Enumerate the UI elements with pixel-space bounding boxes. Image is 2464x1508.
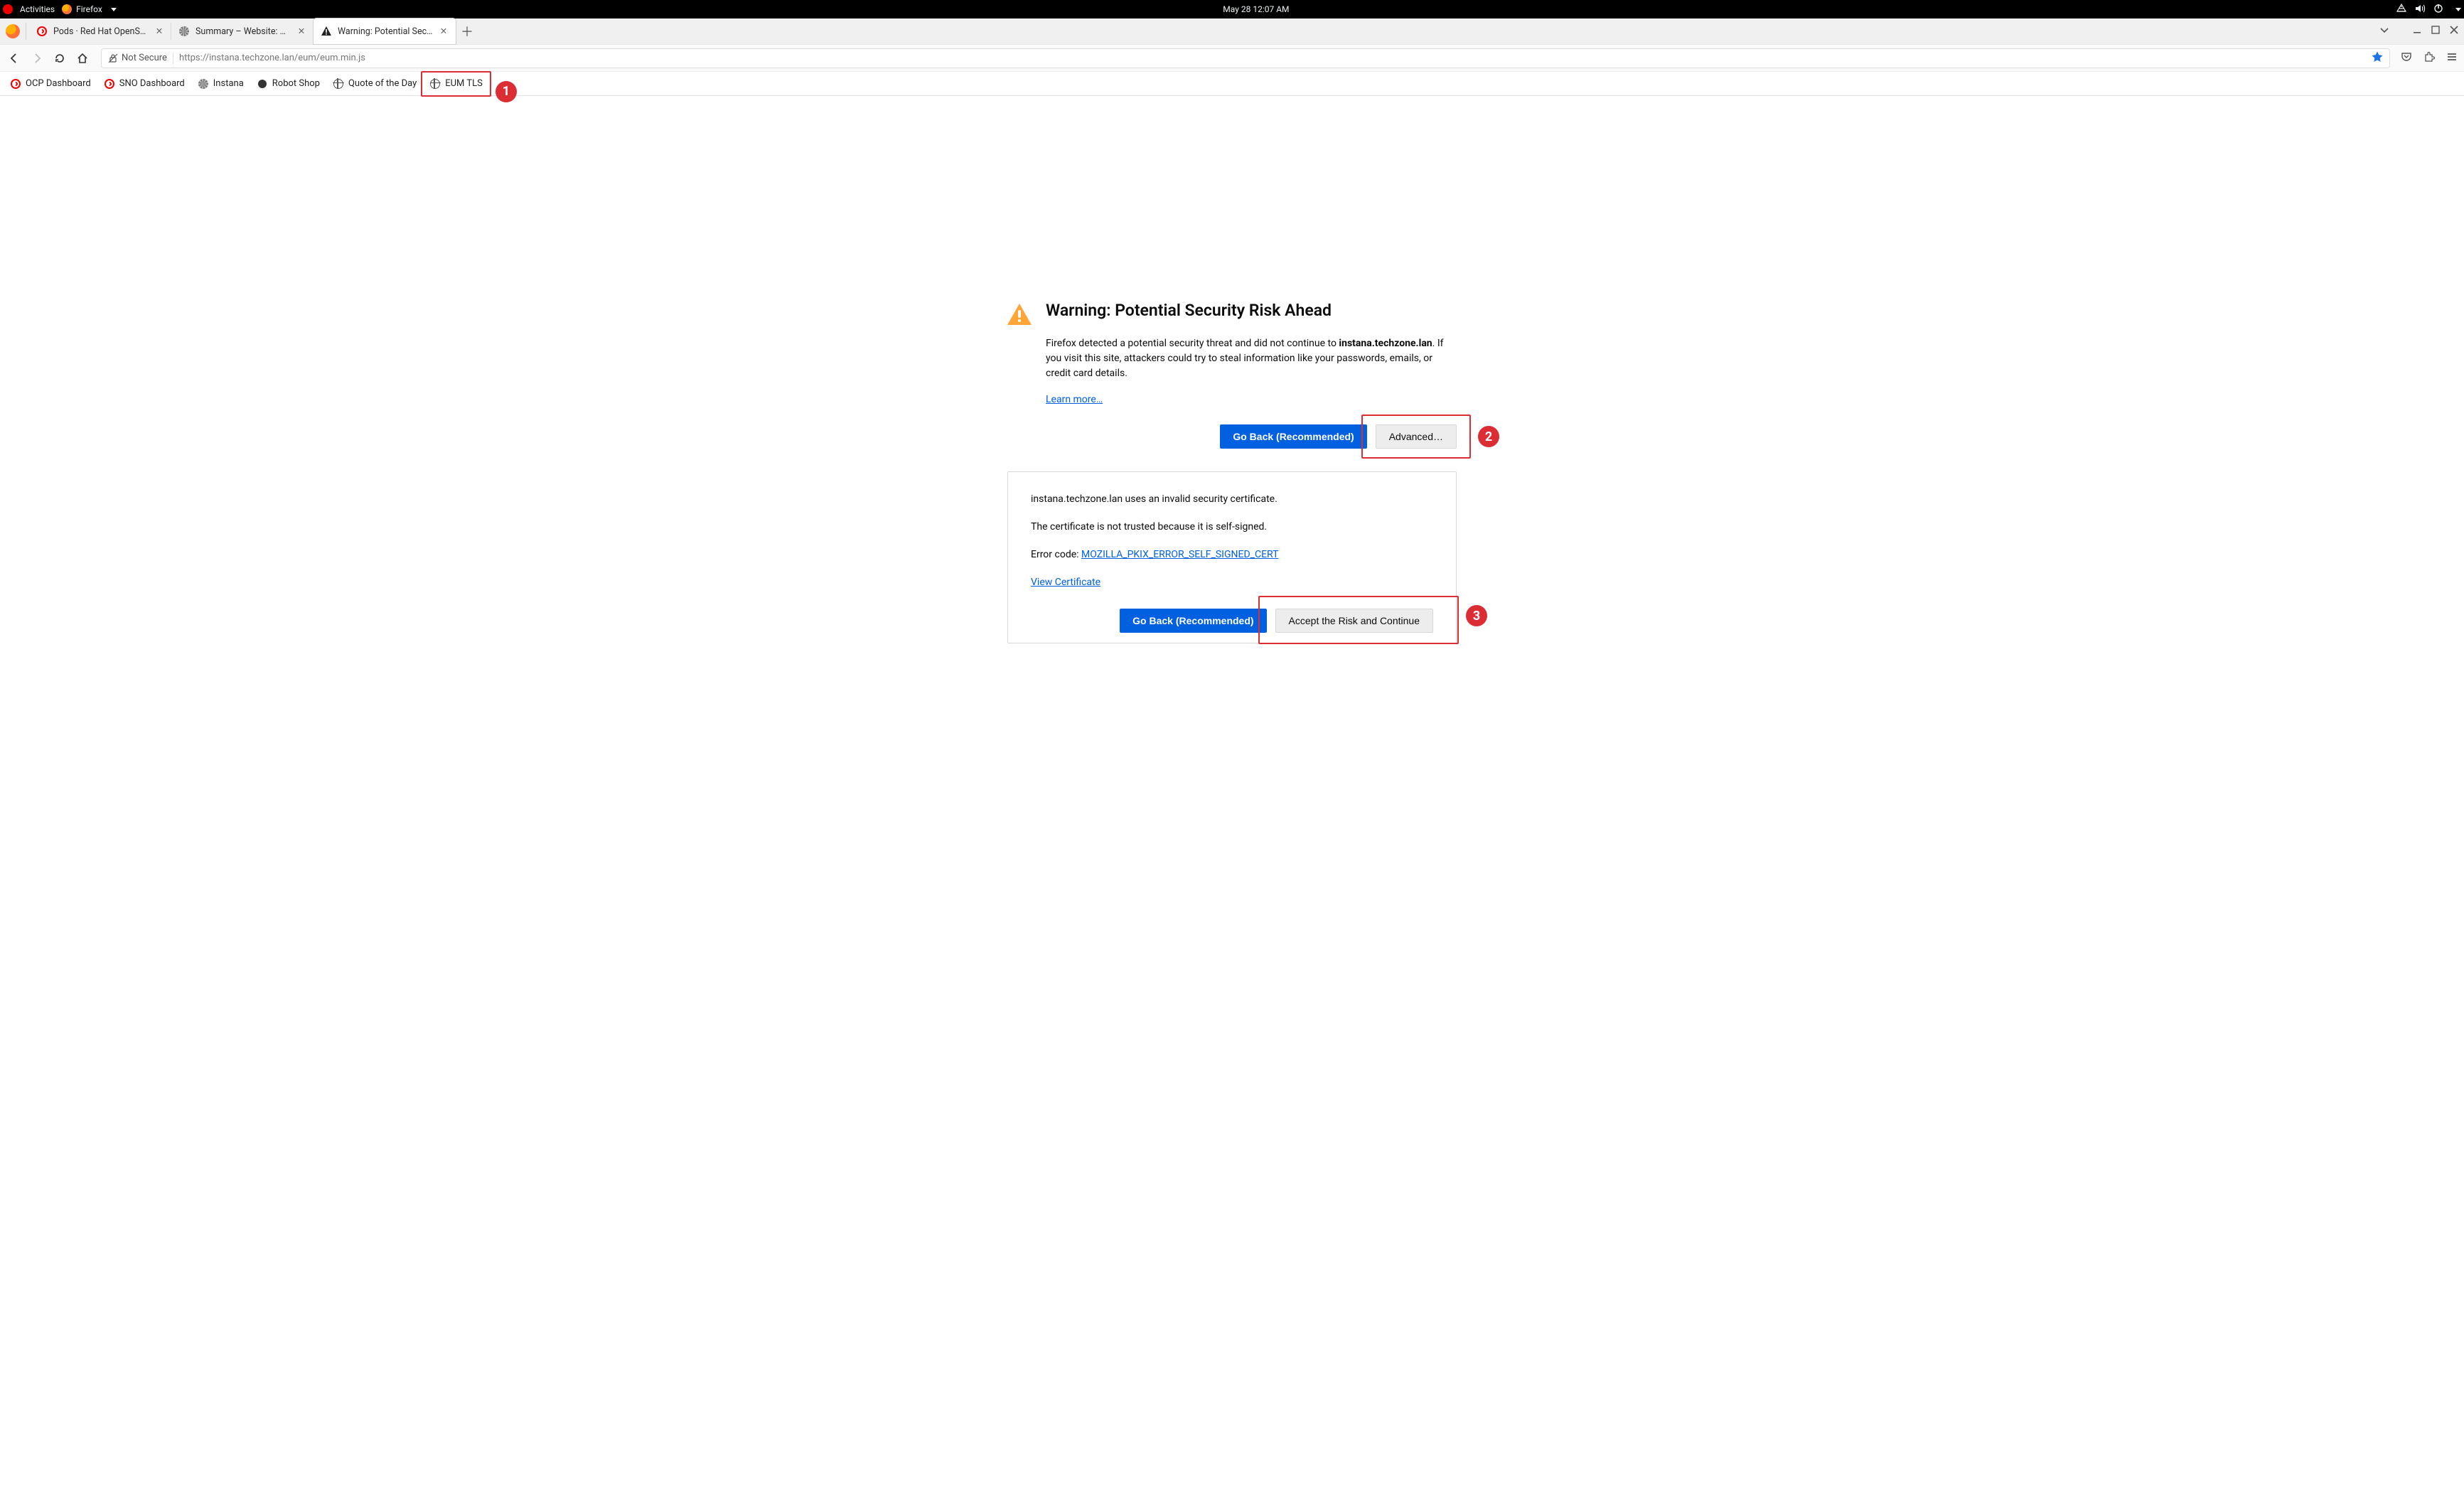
bookmark-robot-shop[interactable]: Robot Shop bbox=[251, 75, 326, 92]
window-close-button[interactable] bbox=[2448, 24, 2460, 38]
close-icon[interactable]: ✕ bbox=[154, 26, 164, 36]
pocket-button[interactable] bbox=[2400, 50, 2413, 66]
close-icon[interactable]: ✕ bbox=[439, 26, 449, 36]
adv-line-1: instana.techzone.lan uses an invalid sec… bbox=[1031, 492, 1433, 507]
dot-icon bbox=[257, 78, 268, 90]
gnome-clock[interactable]: May 28 12:07 AM bbox=[117, 4, 2396, 14]
bookmark-label: SNO Dashboard bbox=[119, 78, 185, 89]
openshift-icon bbox=[36, 26, 48, 37]
gnome-top-bar: Activities Firefox May 28 12:07 AM bbox=[0, 0, 2464, 18]
bookmark-label: Quote of the Day bbox=[348, 78, 417, 89]
globe-icon bbox=[333, 78, 344, 90]
advanced-button[interactable]: Advanced… bbox=[1376, 424, 1457, 449]
adv-error-label: Error code: bbox=[1031, 549, 1081, 560]
warning-para-pre: Firefox detected a potential security th… bbox=[1046, 338, 1339, 349]
advanced-button-row: Go Back (Recommended) Accept the Risk an… bbox=[1031, 609, 1433, 633]
not-secure-text: Not Secure bbox=[122, 53, 167, 63]
url-bar[interactable]: Not Secure https://instana.techzone.lan/… bbox=[101, 48, 2390, 68]
firefox-app-menu[interactable]: Firefox bbox=[62, 4, 117, 14]
globe-icon bbox=[429, 78, 441, 90]
bookmark-star-icon[interactable] bbox=[2371, 50, 2384, 66]
accept-risk-button[interactable]: Accept the Risk and Continue bbox=[1275, 609, 1433, 633]
adv-line-2: The certificate is not trusted because i… bbox=[1031, 520, 1433, 535]
warning-title: Warning: Potential Security Risk Ahead bbox=[1046, 301, 1332, 320]
page-content: Warning: Potential Security Risk Ahead F… bbox=[0, 96, 2464, 1508]
lock-warning-icon bbox=[107, 53, 119, 64]
redhat-icon bbox=[3, 4, 13, 14]
view-certificate-link[interactable]: View Certificate bbox=[1031, 577, 1100, 588]
activities-button[interactable]: Activities bbox=[20, 4, 55, 14]
system-menu-caret[interactable] bbox=[2451, 4, 2461, 14]
nav-reload-button[interactable] bbox=[51, 50, 68, 67]
firefox-icon bbox=[6, 24, 20, 38]
error-code-link[interactable]: MOZILLA_PKIX_ERROR_SELF_SIGNED_CERT bbox=[1081, 549, 1278, 560]
new-tab-button[interactable]: ＋ bbox=[456, 18, 478, 44]
go-back-button[interactable]: Go Back (Recommended) bbox=[1220, 424, 1366, 449]
extensions-button[interactable] bbox=[2423, 50, 2436, 66]
bookmark-sno-dashboard[interactable]: SNO Dashboard bbox=[98, 75, 191, 92]
adv-error-code-line: Error code: MOZILLA_PKIX_ERROR_SELF_SIGN… bbox=[1031, 547, 1433, 562]
annotation-badge-2: 2 bbox=[1478, 426, 1499, 447]
firefox-app-label: Firefox bbox=[76, 4, 102, 14]
instana-icon bbox=[178, 26, 190, 37]
warning-icon bbox=[321, 26, 332, 37]
window-maximize-button[interactable] bbox=[2430, 24, 2441, 38]
volume-icon[interactable] bbox=[2414, 3, 2426, 16]
nav-forward-button[interactable] bbox=[28, 50, 45, 67]
firefox-home-button[interactable] bbox=[3, 18, 23, 44]
bookmark-label: Robot Shop bbox=[272, 78, 320, 89]
url-text: https://instana.techzone.lan/eum/eum.min… bbox=[179, 53, 365, 63]
warning-host: instana.techzone.lan bbox=[1339, 338, 1432, 349]
not-secure-badge[interactable]: Not Secure bbox=[107, 53, 167, 64]
rh-menu[interactable] bbox=[3, 4, 13, 14]
bookmark-label: EUM TLS bbox=[445, 78, 483, 89]
security-warning-page: Warning: Potential Security Risk Ahead F… bbox=[1007, 96, 1457, 643]
power-icon[interactable] bbox=[2433, 3, 2444, 16]
bookmark-label: OCP Dashboard bbox=[26, 78, 91, 89]
bookmark-quote-of-day[interactable]: Quote of the Day bbox=[327, 75, 422, 92]
annotation-badge-3: 3 bbox=[1466, 605, 1487, 626]
app-menu-button[interactable] bbox=[2446, 50, 2458, 66]
nav-back-button[interactable] bbox=[6, 50, 23, 67]
tab-pods[interactable]: Pods · Red Hat OpenShift ✕ bbox=[29, 18, 171, 44]
tab-summary[interactable]: Summary – Website: Robo ✕ bbox=[171, 18, 314, 44]
learn-more-link[interactable]: Learn more… bbox=[1046, 394, 1103, 405]
go-back-button-2[interactable]: Go Back (Recommended) bbox=[1120, 609, 1266, 633]
nav-toolbar: Not Secure https://instana.techzone.lan/… bbox=[0, 44, 2464, 71]
tab-label: Summary – Website: Robo bbox=[195, 26, 291, 37]
tab-strip: Pods · Red Hat OpenShift ✕ Summary – Web… bbox=[0, 18, 2464, 44]
instana-icon bbox=[198, 78, 209, 90]
network-icon[interactable] bbox=[2396, 3, 2407, 16]
warning-triangle-icon bbox=[1007, 304, 1032, 325]
nav-home-button[interactable] bbox=[74, 50, 91, 67]
bookmark-eum-tls[interactable]: EUM TLS bbox=[424, 75, 488, 92]
openshift-icon bbox=[10, 78, 21, 90]
tab-warning[interactable]: Warning: Potential Securit ✕ bbox=[314, 18, 456, 44]
bookmark-label: Instana bbox=[213, 78, 244, 89]
firefox-chrome: Pods · Red Hat OpenShift ✕ Summary – Web… bbox=[0, 18, 2464, 96]
primary-button-row: Go Back (Recommended) Advanced… bbox=[1046, 424, 1457, 449]
openshift-icon bbox=[104, 78, 115, 90]
bookmark-ocp-dashboard[interactable]: OCP Dashboard bbox=[4, 75, 97, 92]
firefox-icon bbox=[62, 4, 72, 14]
warning-paragraph: Firefox detected a potential security th… bbox=[1046, 336, 1457, 381]
advanced-panel: instana.techzone.lan uses an invalid sec… bbox=[1007, 471, 1457, 643]
window-minimize-button[interactable] bbox=[2411, 24, 2423, 38]
tab-label: Pods · Red Hat OpenShift bbox=[53, 26, 149, 37]
tab-label: Warning: Potential Securit bbox=[338, 26, 433, 37]
bookmarks-bar: OCP Dashboard SNO Dashboard Instana Robo… bbox=[0, 71, 2464, 95]
close-icon[interactable]: ✕ bbox=[296, 26, 306, 36]
tabs-overflow-button[interactable] bbox=[2379, 24, 2390, 38]
bookmark-instana[interactable]: Instana bbox=[192, 75, 250, 92]
